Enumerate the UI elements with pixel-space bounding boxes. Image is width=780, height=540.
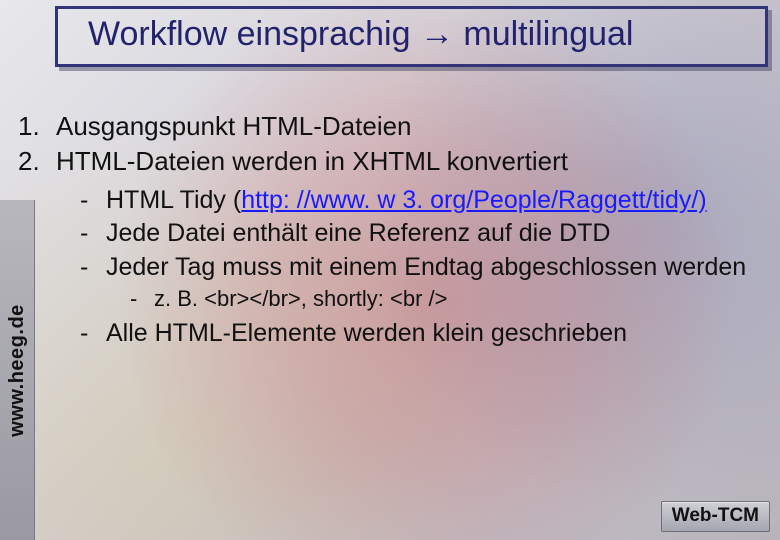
list-text: z. B. <br></br>, shortly: <br />	[154, 285, 447, 313]
slide-title: Workflow einsprachig → multilingual	[88, 15, 751, 54]
bullet: -	[80, 252, 94, 283]
text-pre: HTML Tidy (	[106, 186, 241, 214]
slide: www.heeg.de Workflow einsprachig → multi…	[0, 0, 780, 540]
sublist-level1: - Alle HTML-Elemente werden klein geschr…	[80, 318, 766, 349]
list-text: HTML Tidy (http: //www. w 3. org/People/…	[106, 185, 766, 216]
sublist-level2: - z. B. <br></br>, shortly: <br />	[130, 285, 766, 313]
list-item: - Jeder Tag muss mit einem Endtag abgesc…	[80, 252, 766, 283]
list-item: - HTML Tidy (http: //www. w 3. org/Peopl…	[80, 185, 766, 216]
bullet: -	[80, 185, 94, 216]
list-text: Jede Datei enthält eine Referenz auf die…	[106, 218, 766, 249]
list-item: - Jede Datei enthält eine Referenz auf d…	[80, 218, 766, 249]
list-item: - z. B. <br></br>, shortly: <br />	[130, 285, 766, 313]
footer-badge: Web-TCM	[661, 501, 770, 532]
content-area: 1. Ausgangspunkt HTML-Dateien 2. HTML-Da…	[18, 110, 766, 352]
hyperlink[interactable]: http: //www. w 3. org/People/Raggett/tid…	[241, 186, 707, 214]
list-text: Ausgangspunkt HTML-Dateien	[56, 110, 766, 143]
list-text: Jeder Tag muss mit einem Endtag abgeschl…	[106, 252, 766, 283]
list-number: 1.	[18, 110, 48, 143]
bullet: -	[80, 218, 94, 249]
bullet: -	[130, 285, 142, 313]
title-box: Workflow einsprachig → multilingual	[55, 6, 768, 67]
list-item: 1. Ausgangspunkt HTML-Dateien	[18, 110, 766, 143]
ordered-list: 1. Ausgangspunkt HTML-Dateien 2. HTML-Da…	[18, 110, 766, 177]
sublist-level1: - HTML Tidy (http: //www. w 3. org/Peopl…	[80, 185, 766, 283]
list-item: 2. HTML-Dateien werden in XHTML konverti…	[18, 145, 766, 178]
bullet: -	[80, 318, 94, 349]
list-number: 2.	[18, 145, 48, 178]
list-text: HTML-Dateien werden in XHTML konvertiert	[56, 145, 766, 178]
list-item: - Alle HTML-Elemente werden klein geschr…	[80, 318, 766, 349]
list-text: Alle HTML-Elemente werden klein geschrie…	[106, 318, 766, 349]
